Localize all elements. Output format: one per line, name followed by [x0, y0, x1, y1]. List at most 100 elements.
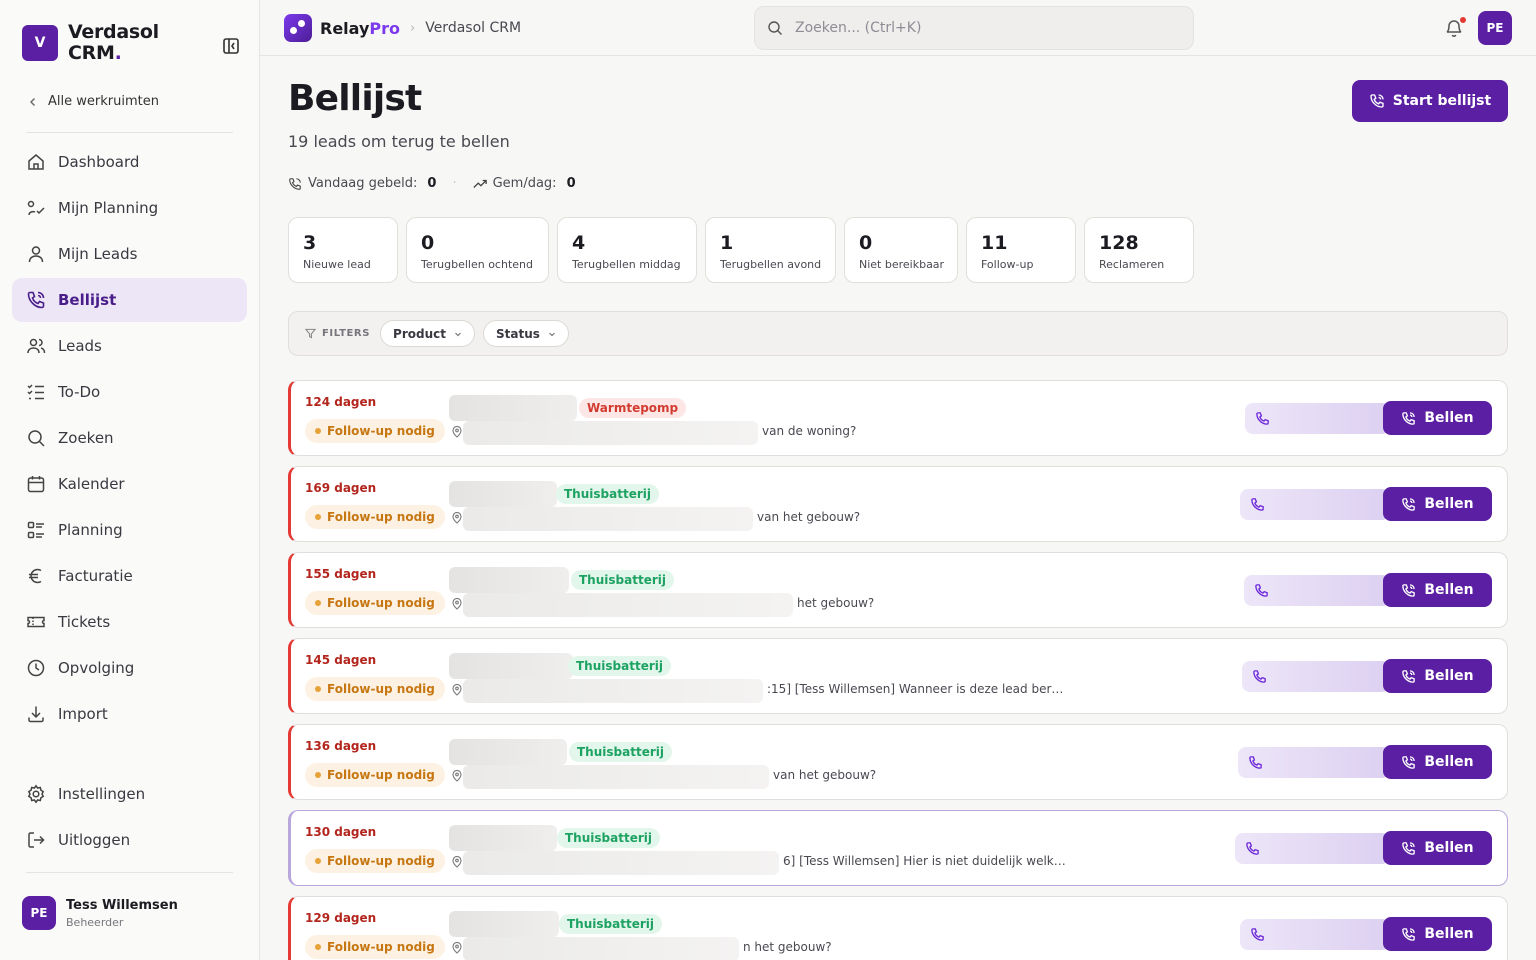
phone-icon [1251, 928, 1264, 941]
nav-item-opvolging[interactable]: Opvolging [12, 646, 247, 690]
nav-item-uitloggen[interactable]: Uitloggen [12, 818, 247, 862]
lead-row[interactable]: 145 dagen Follow-up nodig Thuisbatterij:15… [288, 638, 1508, 714]
search-input[interactable]: Zoeken... (Ctrl+K) [754, 6, 1194, 50]
call-button[interactable]: Bellen [1383, 487, 1492, 521]
last-note: van het gebouw? [757, 510, 861, 524]
nav-item-leads[interactable]: Leads [12, 324, 247, 368]
lead-row[interactable]: 124 dagen Follow-up nodig Warmtepomp van de… [288, 380, 1508, 456]
nav-item-planning[interactable]: Planning [12, 508, 247, 552]
lead-name-redacted[interactable] [449, 481, 557, 507]
phone-number-redacted[interactable] [1242, 661, 1390, 692]
nav-item-mijn-leads[interactable]: Mijn Leads [12, 232, 247, 276]
lead-name-redacted[interactable] [449, 825, 557, 851]
map-pin-icon [452, 426, 462, 438]
clock-icon [27, 659, 45, 677]
lead-name-redacted[interactable] [449, 567, 569, 593]
status-filter-dropdown[interactable]: Status [482, 320, 569, 347]
status-label: Follow-up nodig [327, 854, 435, 868]
stat-card-niet-bereikbaar[interactable]: 0 Niet bereikbaar [844, 217, 958, 283]
product-badge: Thuisbatterij [557, 828, 660, 848]
call-button[interactable]: Bellen [1383, 831, 1492, 865]
phone-number-redacted[interactable] [1240, 489, 1390, 520]
lead-row[interactable]: 169 dagen Follow-up nodig Thuisbatterij van… [288, 466, 1508, 542]
call-button[interactable]: Bellen [1383, 659, 1492, 693]
avatar[interactable]: PE [1478, 11, 1512, 45]
ticket-icon [27, 616, 45, 628]
phone-number-redacted[interactable] [1245, 403, 1390, 434]
call-button[interactable]: Bellen [1383, 401, 1492, 435]
nav-item-dashboard[interactable]: Dashboard [12, 140, 247, 184]
call-button[interactable]: Bellen [1383, 573, 1492, 607]
stat-value: 1 [720, 232, 734, 254]
relaypro-logo[interactable]: RelayPro › Verdasol CRM [284, 14, 521, 42]
status-label: Follow-up nodig [327, 424, 435, 438]
product-label: Thuisbatterij [576, 659, 663, 673]
user-profile[interactable]: PE Tess Willemsen Beheerder [22, 896, 178, 930]
phone-icon [1249, 756, 1262, 769]
status-badge: Follow-up nodig [305, 763, 445, 787]
lead-name-redacted[interactable] [449, 395, 577, 421]
phone-number-redacted[interactable] [1238, 747, 1390, 778]
stat-card-terugbellen-avond[interactable]: 1 Terugbellen avond [705, 217, 836, 283]
lead-name-redacted[interactable] [449, 739, 567, 765]
planning-icon [27, 521, 44, 539]
nav-item-tickets[interactable]: Tickets [12, 600, 247, 644]
filter-icon [305, 328, 316, 339]
last-note: het gebouw? [797, 596, 875, 610]
phone-call-icon [1370, 94, 1384, 108]
stat-value: 4 [572, 232, 586, 254]
status-badge: Follow-up nodig [305, 935, 445, 959]
avatar: PE [22, 896, 56, 930]
gear-icon [27, 784, 45, 804]
phone-number-redacted[interactable] [1235, 833, 1390, 864]
stat-label: Terugbellen avond [720, 258, 822, 271]
last-note: van het gebouw? [773, 768, 877, 782]
brand[interactable]: V Verdasol CRM. [22, 22, 159, 64]
called-today-label: Vandaag gebeld: [308, 176, 418, 191]
nav-item-mijn-planning[interactable]: Mijn Planning [12, 186, 247, 230]
nav-item-bellijst[interactable]: Bellijst [12, 278, 247, 322]
logout-icon [28, 832, 45, 848]
lead-name-redacted[interactable] [449, 653, 573, 679]
stat-card-follow-up[interactable]: 11 Follow-up [966, 217, 1076, 283]
address-redacted [463, 851, 779, 875]
page-subtitle: 19 leads om terug te bellen [288, 132, 510, 151]
nav-item-zoeken[interactable]: Zoeken [12, 416, 247, 460]
nav-item-facturatie[interactable]: Facturatie [12, 554, 247, 598]
product-label: Thuisbatterij [579, 573, 666, 587]
status-badge: Follow-up nodig [305, 591, 445, 615]
stat-value: 128 [1099, 232, 1139, 254]
lead-row[interactable]: 130 dagen Follow-up nodig Thuisbatterij 6] … [288, 810, 1508, 886]
breadcrumb[interactable]: Verdasol CRM [425, 20, 521, 36]
status-badge: Follow-up nodig [305, 505, 445, 529]
nav-item-import[interactable]: Import [12, 692, 247, 736]
stat-card-terugbellen-ochtend[interactable]: 0 Terugbellen ochtend [406, 217, 549, 283]
stat-card-terugbellen-middag[interactable]: 4 Terugbellen middag [557, 217, 697, 283]
phone-icon [1246, 842, 1259, 855]
lead-name-redacted[interactable] [449, 911, 559, 937]
brand-badge: V [22, 25, 58, 61]
phone-number-redacted[interactable] [1240, 919, 1390, 950]
nav-item-instellingen[interactable]: Instellingen [12, 772, 247, 816]
address-redacted [463, 593, 793, 617]
product-filter-dropdown[interactable]: Product [380, 320, 475, 347]
nav-label: To-Do [58, 383, 101, 401]
call-button[interactable]: Bellen [1383, 745, 1492, 779]
all-workspaces-link[interactable]: Alle werkruimten [28, 94, 159, 109]
nav-item-kalender[interactable]: Kalender [12, 462, 247, 506]
lead-row[interactable]: 129 dagen Follow-up nodig Thuisbatterij n h… [288, 896, 1508, 960]
nav-label: Import [58, 705, 108, 723]
call-button[interactable]: Bellen [1383, 917, 1492, 951]
phone-outgoing-icon [289, 177, 301, 190]
product-label: Warmtepomp [587, 401, 679, 415]
stat-card-nieuwe-lead[interactable]: 3 Nieuwe lead [288, 217, 398, 283]
phone-number-redacted[interactable] [1244, 575, 1390, 606]
notification-dot [1460, 17, 1466, 23]
sidebar-collapse-icon[interactable] [222, 37, 240, 55]
nav-item-to-do[interactable]: To-Do [12, 370, 247, 414]
start-call-list-button[interactable]: Start bellijst [1352, 80, 1508, 122]
lead-row[interactable]: 136 dagen Follow-up nodig Thuisbatterij van… [288, 724, 1508, 800]
topbar: RelayPro › Verdasol CRM Zoeken... (Ctrl+… [260, 0, 1536, 56]
lead-row[interactable]: 155 dagen Follow-up nodig Thuisbatterij het… [288, 552, 1508, 628]
stat-card-reclameren[interactable]: 128 Reclameren [1084, 217, 1194, 283]
